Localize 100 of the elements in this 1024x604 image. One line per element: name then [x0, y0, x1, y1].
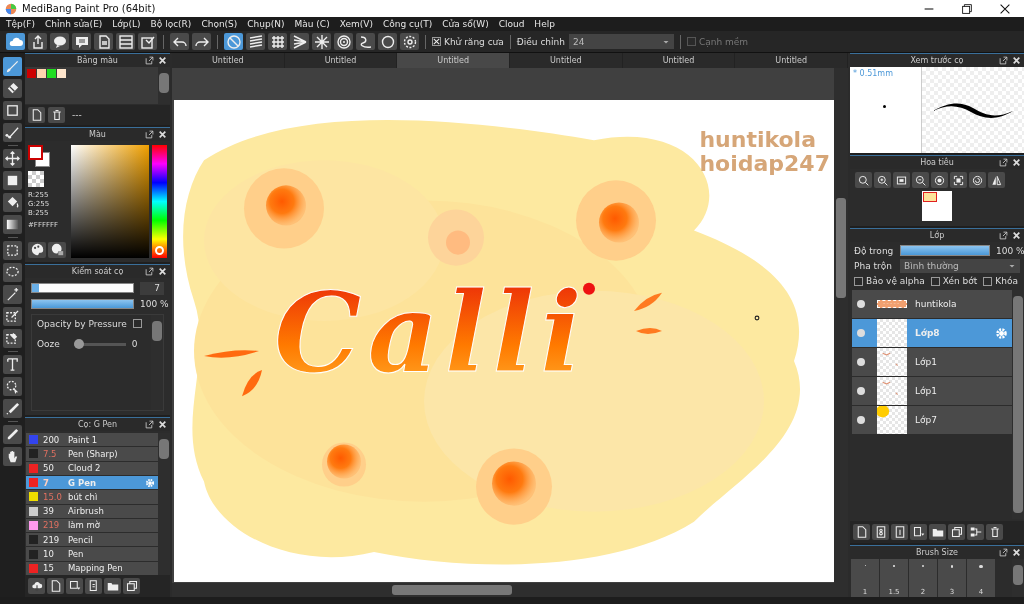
dashed-square-icon[interactable]: [5, 243, 20, 258]
visibility-toggle[interactable]: [857, 300, 865, 308]
merge-icon[interactable]: [969, 526, 982, 538]
list-icon[interactable]: [117, 33, 134, 50]
checkbox[interactable]: [132, 319, 142, 329]
concentric-circles-icon[interactable]: [335, 33, 352, 50]
folder-icon[interactable]: [106, 580, 119, 592]
color-swatch[interactable]: [47, 69, 56, 78]
add-layer-icon[interactable]: [912, 526, 925, 538]
brush-icon[interactable]: [5, 59, 20, 74]
menu-item[interactable]: Xem(V): [339, 19, 373, 29]
pop-out-icon[interactable]: [999, 56, 1008, 65]
dot-line-icon[interactable]: [5, 125, 20, 140]
copy-page-icon[interactable]: [87, 580, 100, 592]
duplicate-icon[interactable]: [125, 580, 138, 592]
slider-thumb[interactable]: [73, 338, 84, 349]
knife-icon[interactable]: [5, 401, 20, 416]
pointer-icon[interactable]: [5, 379, 20, 394]
menu-item[interactable]: Chụp(N): [247, 19, 285, 29]
checkbox[interactable]: [854, 276, 863, 286]
menu-item[interactable]: Cửa sổ(W): [442, 19, 489, 29]
flip-icon[interactable]: [991, 174, 1002, 186]
close-icon[interactable]: [1012, 548, 1021, 557]
opacity-slider[interactable]: [900, 245, 990, 256]
close-icon[interactable]: [158, 56, 167, 65]
gradient-icon[interactable]: [5, 217, 20, 232]
brush-item[interactable]: 15 Mapping Pen: [26, 561, 158, 575]
zoom-reset-icon[interactable]: [858, 174, 869, 186]
brush-item[interactable]: 50 Cloud 2: [26, 461, 158, 475]
settings-icon[interactable]: [401, 33, 418, 50]
bucket-icon[interactable]: [5, 195, 20, 210]
restore-icon[interactable]: [960, 1, 974, 16]
color-picker-square[interactable]: [71, 145, 149, 258]
menu-item[interactable]: Chọn(S): [201, 19, 238, 29]
new-page-icon[interactable]: [30, 109, 43, 121]
brush-item[interactable]: 200 Paint 1: [26, 433, 158, 447]
close-icon[interactable]: [1012, 231, 1021, 240]
pop-out-icon[interactable]: [145, 56, 154, 65]
rotate-left-icon[interactable]: [934, 174, 945, 186]
visibility-toggle[interactable]: [857, 329, 865, 337]
menu-item[interactable]: Công cụ(T): [382, 19, 433, 29]
eyedropper-icon[interactable]: [5, 427, 20, 442]
halftone-layer-icon[interactable]: [874, 526, 887, 538]
visibility-toggle[interactable]: [857, 416, 865, 424]
palette-icon[interactable]: [30, 243, 44, 257]
pop-out-icon[interactable]: [999, 158, 1008, 167]
visibility-toggle[interactable]: [857, 387, 865, 395]
new-page-icon[interactable]: [49, 580, 62, 592]
brush-item[interactable]: 15.0 bút chì: [26, 490, 158, 504]
selection-pen-icon[interactable]: [5, 309, 20, 324]
brush-item[interactable]: 39 Airbrush: [26, 504, 158, 518]
selection-eraser-icon[interactable]: [5, 331, 20, 346]
rectangle-icon[interactable]: [5, 103, 20, 118]
color-swatch[interactable]: [57, 69, 66, 78]
radial-lines-icon[interactable]: [313, 33, 330, 50]
checkbox[interactable]: [432, 37, 441, 46]
close-icon[interactable]: [1012, 56, 1021, 65]
opacity-slider[interactable]: [31, 298, 134, 309]
rotate-right-icon[interactable]: [972, 174, 983, 186]
close-icon[interactable]: [1012, 158, 1021, 167]
text-icon[interactable]: [5, 357, 20, 372]
color-swatches-drawing[interactable]: [28, 145, 50, 167]
brush-item[interactable]: 7.5 Pen (Sharp): [26, 447, 158, 461]
layer-row[interactable]: Lớp7: [852, 406, 1012, 434]
magic-wand-icon[interactable]: [5, 287, 20, 302]
trash-icon[interactable]: [50, 109, 63, 121]
grid-icon[interactable]: [269, 33, 286, 50]
menu-item[interactable]: Chỉnh sửa(E): [44, 19, 103, 29]
checkbox[interactable]: [930, 276, 940, 286]
menu-item[interactable]: Tệp(F): [6, 19, 35, 29]
eraser-icon[interactable]: [5, 81, 20, 96]
close-icon[interactable]: [158, 130, 167, 139]
brush-item[interactable]: 219 làm mờ: [26, 518, 158, 533]
pop-out-icon[interactable]: [145, 130, 154, 139]
brush-item[interactable]: 10 Pen: [26, 547, 158, 561]
transparent-swatch[interactable]: [28, 171, 44, 187]
checkbox[interactable]: [983, 276, 993, 286]
menu-item[interactable]: Màu (C): [294, 19, 330, 29]
trash-icon[interactable]: [988, 526, 1001, 538]
close-icon[interactable]: [158, 420, 167, 430]
layer-row[interactable]: Lớp1: [852, 377, 1012, 405]
move-icon[interactable]: [5, 151, 20, 166]
scrollbar[interactable]: [158, 67, 170, 104]
new-layer-icon[interactable]: [855, 526, 868, 538]
menu-item[interactable]: Bộ lọc(R): [150, 19, 192, 29]
gear-icon[interactable]: [995, 326, 1008, 340]
pop-out-icon[interactable]: [145, 420, 154, 430]
parallel-lines-icon[interactable]: [247, 33, 264, 50]
size-slider[interactable]: [31, 283, 134, 294]
zoom-in-icon[interactable]: [877, 174, 888, 186]
adjust-dropdown[interactable]: 24: [569, 34, 674, 49]
brush-item[interactable]: 219 Pencil: [26, 533, 158, 547]
fit-screen-icon[interactable]: [896, 174, 907, 186]
visibility-toggle[interactable]: [857, 358, 865, 366]
tab[interactable]: Untitled: [397, 53, 510, 68]
gear-icon[interactable]: [145, 477, 155, 488]
pop-out-icon[interactable]: [999, 548, 1008, 557]
menu-item[interactable]: Help: [534, 19, 555, 29]
scrollbar[interactable]: [172, 583, 848, 597]
layer-row[interactable]: Lớp1: [852, 348, 1012, 376]
